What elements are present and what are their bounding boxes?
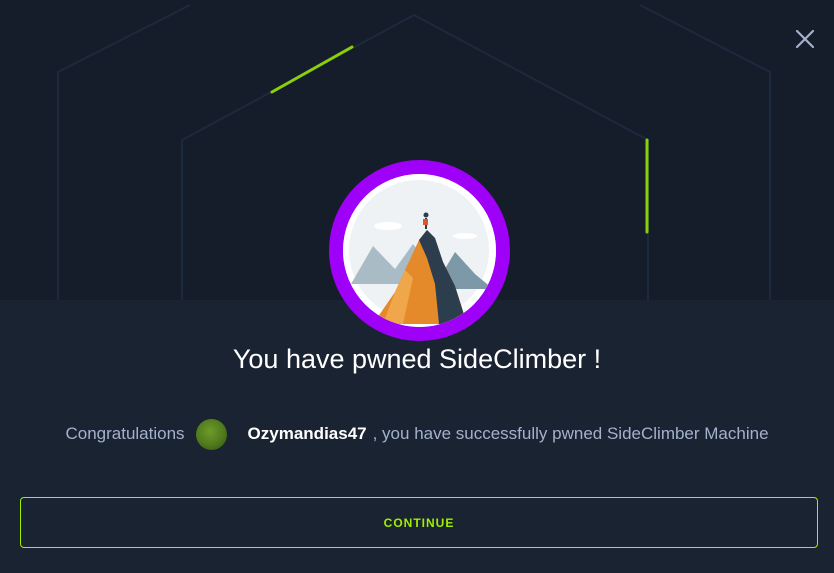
message-suffix: , you have successfully pwned SideClimbe… xyxy=(372,424,769,443)
close-icon xyxy=(795,29,815,49)
username-link[interactable]: Ozymandias47 xyxy=(248,424,367,444)
dialog-title: You have pwned SideClimber ! xyxy=(232,344,602,374)
user-avatar xyxy=(195,418,227,450)
mountain-climber-icon xyxy=(343,174,496,327)
close-button[interactable] xyxy=(792,26,818,52)
pwned-dialog: You have pwned SideClimber ! Congratulat… xyxy=(0,0,834,573)
machine-avatar xyxy=(329,160,510,341)
congratulations-message: Congratulations Ozymandias47 , you have … xyxy=(0,418,834,450)
continue-button[interactable]: CONTINUE xyxy=(20,497,818,548)
message-prefix: Congratulations xyxy=(65,424,185,443)
machine-avatar-image xyxy=(343,174,496,327)
